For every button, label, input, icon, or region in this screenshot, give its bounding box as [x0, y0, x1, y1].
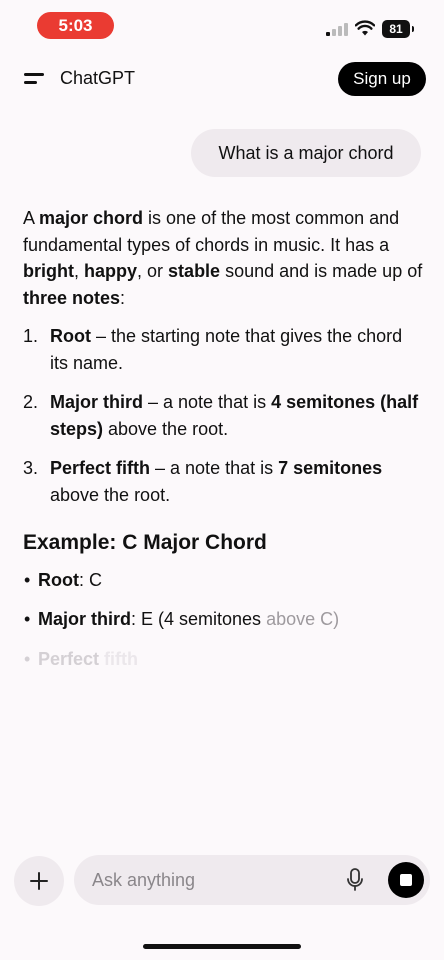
bullet-item: • Root: C	[23, 567, 423, 594]
list-number: 2.	[23, 392, 39, 412]
user-message-bubble: What is a major chord	[191, 129, 421, 177]
list-number: 1.	[23, 326, 39, 346]
cellular-signal-icon	[326, 22, 348, 36]
message-input[interactable]	[92, 867, 332, 893]
assistant-response: A major chord is one of the most common …	[23, 205, 423, 685]
app-title: ChatGPT	[60, 68, 136, 88]
menu-icon[interactable]	[24, 70, 46, 88]
example-heading: Example: C Major Chord	[23, 531, 267, 554]
sign-up-button[interactable]: Sign up	[338, 62, 426, 96]
message-composer	[74, 855, 430, 905]
wifi-icon	[355, 20, 375, 36]
status-bar: 5:03 81	[0, 0, 444, 52]
add-attachment-button[interactable]	[14, 856, 64, 906]
list-item: 2. Major third – a note that is 4 semiton…	[23, 389, 423, 442]
app-header: ChatGPT Sign up	[0, 56, 444, 102]
response-intro: A major chord is one of the most common …	[23, 208, 423, 308]
home-indicator[interactable]	[143, 944, 301, 949]
list-item: 1. Root – the starting note that gives th…	[23, 323, 423, 376]
plus-icon	[30, 872, 48, 890]
bullet-item: • Perfect fifth	[23, 646, 423, 673]
bullet-item: • Major third: E (4 semitones above C)	[23, 606, 423, 633]
list-item: 3. Perfect fifth – a note that is 7 semit…	[23, 455, 423, 508]
list-number: 3.	[23, 458, 39, 478]
bullet: •	[24, 609, 31, 629]
bullet: •	[24, 648, 31, 669]
stop-icon	[400, 874, 412, 886]
microphone-icon[interactable]	[346, 868, 364, 892]
stop-generating-button[interactable]	[388, 862, 424, 898]
bullet: •	[24, 569, 31, 590]
battery-icon: 81	[382, 20, 414, 38]
status-time: 5:03	[37, 12, 114, 39]
